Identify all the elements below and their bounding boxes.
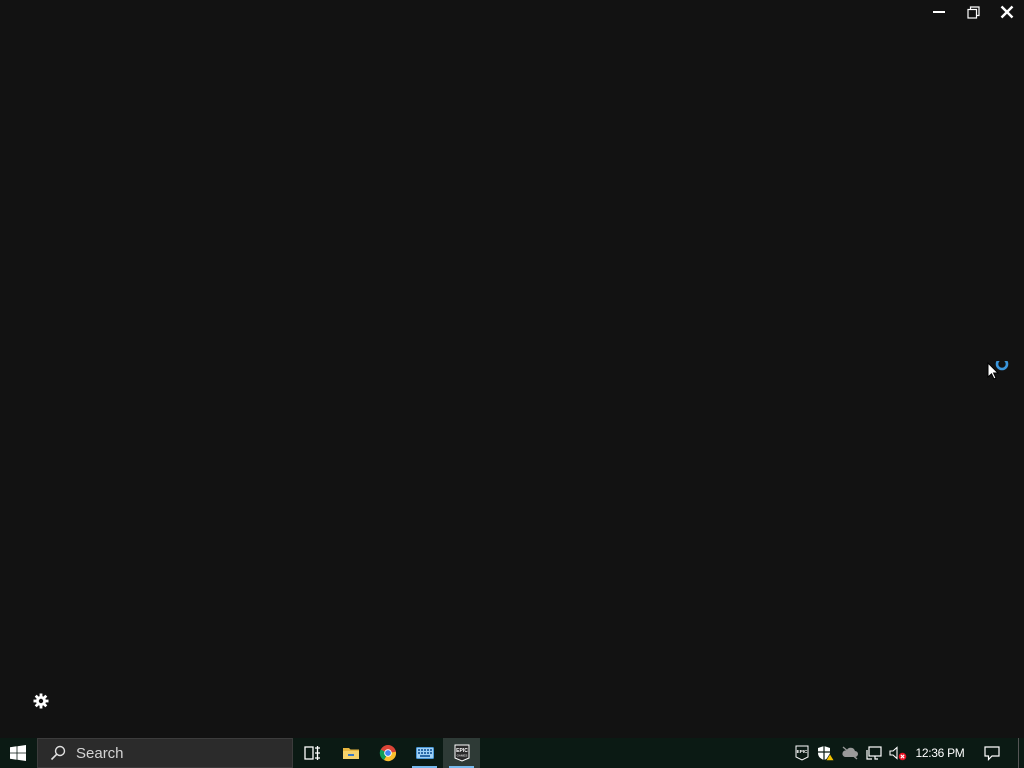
restore-icon xyxy=(966,5,980,19)
settings-button[interactable] xyxy=(31,691,51,711)
taskbar: Search EPIC GAMES EPIC 12:36 PM xyxy=(0,738,1024,768)
onedrive-tray-button[interactable] xyxy=(838,738,862,768)
onedrive-offline-icon xyxy=(842,746,858,760)
file-explorer-button[interactable] xyxy=(332,738,369,768)
folder-icon xyxy=(342,748,359,759)
epic-tray-label: EPIC xyxy=(797,749,808,754)
volume-tray-button[interactable] xyxy=(886,738,910,768)
windows-logo-icon xyxy=(10,745,26,761)
network-icon xyxy=(866,745,882,760)
taskbar-search-box[interactable]: Search xyxy=(37,738,293,768)
chrome-icon xyxy=(379,745,396,762)
epic-games-launcher-button[interactable]: EPIC GAMES xyxy=(443,738,480,768)
task-view-icon xyxy=(303,746,320,760)
notification-icon xyxy=(984,745,1000,761)
keyboard-icon xyxy=(415,747,434,759)
close-icon xyxy=(1000,5,1014,19)
volume-muted-icon xyxy=(889,745,907,760)
epic-games-icon: EPIC GAMES xyxy=(454,744,469,762)
taskbar-clock[interactable]: 12:36 PM xyxy=(912,738,968,768)
window-controls xyxy=(922,0,1024,24)
gear-icon xyxy=(33,693,49,709)
minimize-button[interactable] xyxy=(922,0,956,24)
chrome-button[interactable] xyxy=(369,738,406,768)
windows-security-tray-button[interactable] xyxy=(814,738,838,768)
search-placeholder: Search xyxy=(76,744,124,762)
minimize-icon xyxy=(933,11,945,13)
close-button[interactable] xyxy=(990,0,1024,24)
on-screen-keyboard-button[interactable] xyxy=(406,738,443,768)
network-tray-button[interactable] xyxy=(862,738,886,768)
epic-games-tray-icon: EPIC xyxy=(795,745,809,761)
search-icon xyxy=(50,745,66,761)
action-center-button[interactable] xyxy=(978,738,1006,768)
epic-games-launcher-window xyxy=(0,0,1024,738)
show-desktop-button[interactable] xyxy=(1018,738,1024,768)
epic-games-tray-button[interactable]: EPIC xyxy=(790,738,814,768)
busy-cursor xyxy=(986,357,1012,383)
restore-button[interactable] xyxy=(956,0,990,24)
svg-text:GAMES: GAMES xyxy=(456,754,467,758)
pointer-icon xyxy=(987,357,1009,380)
start-button[interactable] xyxy=(0,738,36,768)
task-view-button[interactable] xyxy=(294,738,331,768)
windows-security-warning-icon xyxy=(818,746,835,761)
